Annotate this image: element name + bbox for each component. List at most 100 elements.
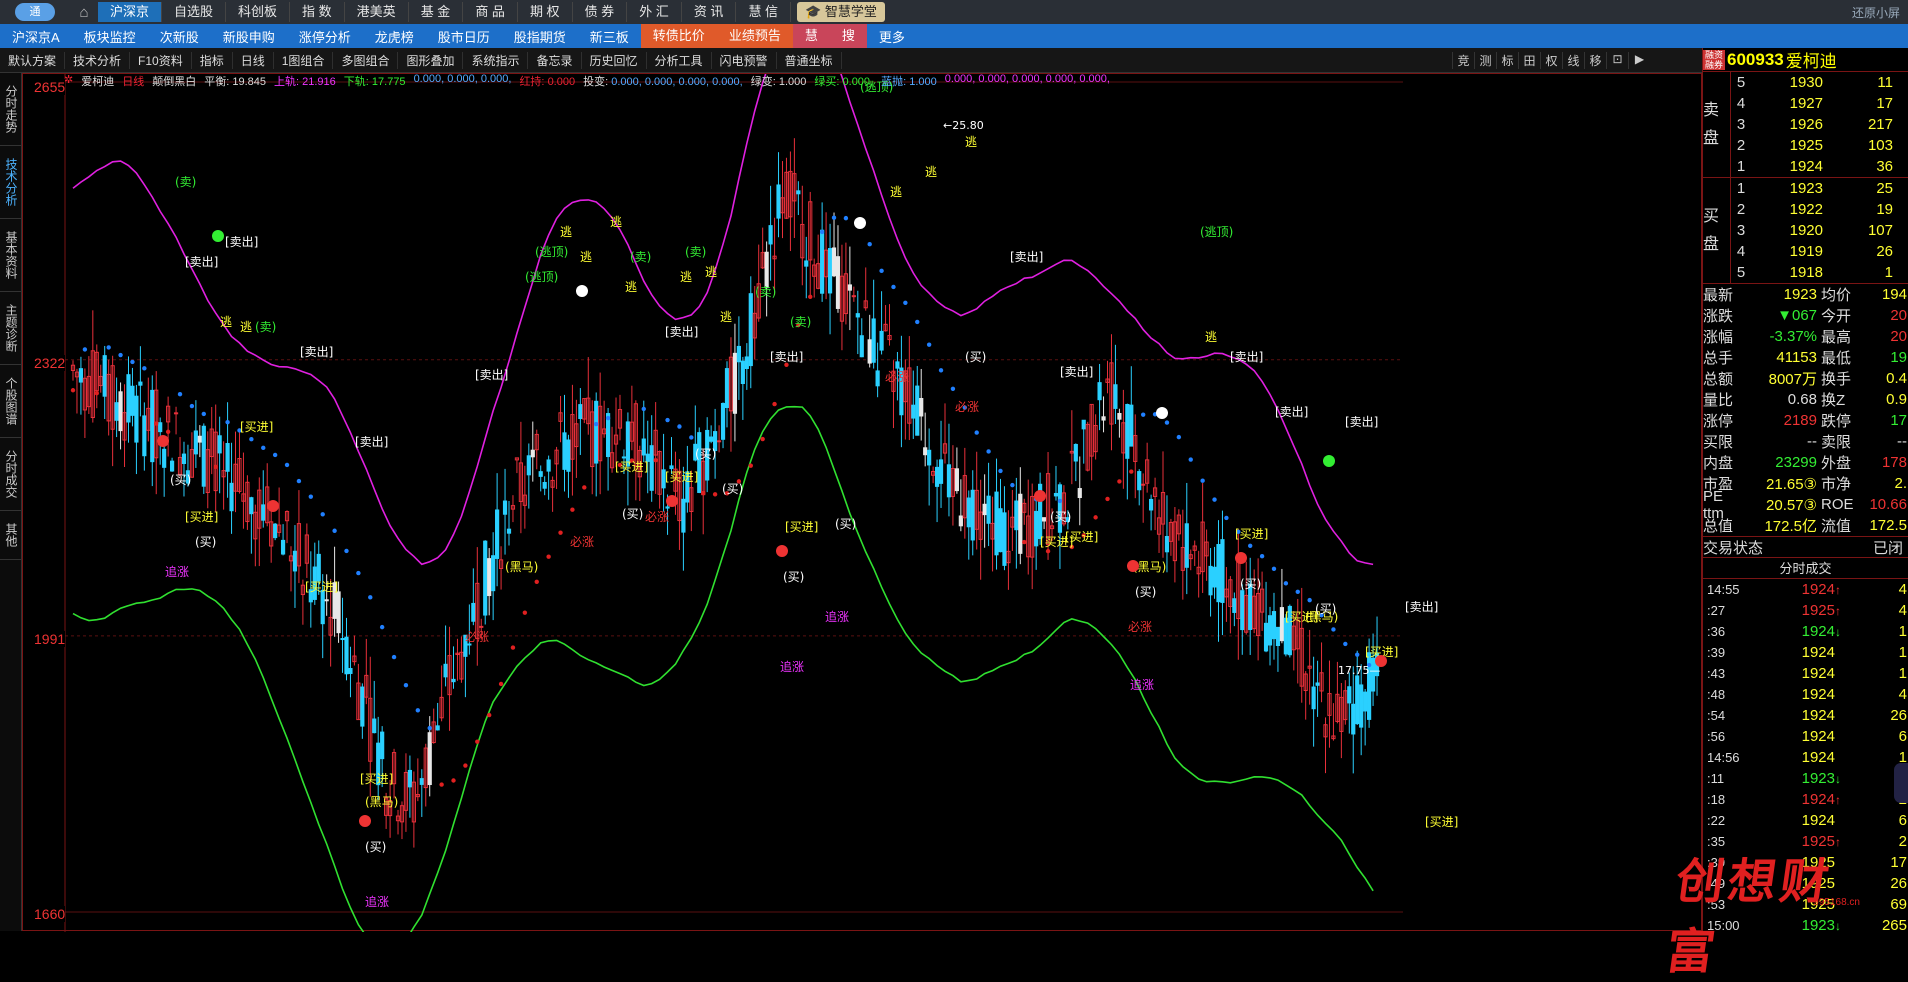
bid-row[interactable]: 3 1920 107 (1731, 220, 1908, 241)
tick-row[interactable]: :54 1924 26 (1703, 705, 1908, 726)
sub-menu-orange-1[interactable]: 业绩预告 (716, 24, 793, 48)
top-menu-2[interactable]: 科创板 (226, 2, 291, 22)
trend-dot (94, 390, 99, 396)
sub-menu-4[interactable]: 涨停分析 (287, 27, 363, 46)
ask-row[interactable]: 1 1924 36 (1731, 156, 1908, 177)
toolbar-item-12[interactable]: 闪电预警 (712, 51, 777, 69)
toolbar-item-11[interactable]: 分析工具 (647, 51, 712, 69)
tick-row[interactable]: :36 1924 ↓ 1 (1703, 621, 1908, 642)
sub-menu-1[interactable]: 板块监控 (72, 27, 148, 46)
sub-menu-2[interactable]: 次新股 (148, 27, 211, 46)
tick-row[interactable]: 14:55 1924 ↑ 4 (1703, 579, 1908, 600)
top-menu-1[interactable]: 自选股 (162, 2, 227, 22)
ask-row[interactable]: 3 1926 217 (1731, 114, 1908, 135)
sub-menu-5[interactable]: 龙虎榜 (363, 27, 426, 46)
bid-row[interactable]: 2 1922 19 (1731, 199, 1908, 220)
toolbar-item-8[interactable]: 系统指示 (463, 51, 529, 69)
bid-row[interactable]: 1 1923 25 (1731, 178, 1908, 199)
tick-row[interactable]: :27 1925 ↑ 4 (1703, 600, 1908, 621)
sidebar-tab-0[interactable]: 分时走势 (0, 73, 23, 146)
sub-menu-0[interactable]: 沪深京A (0, 27, 72, 46)
ask-row[interactable]: 5 1930 11 (1731, 72, 1908, 93)
tick-row[interactable]: :56 1924 6 (1703, 726, 1908, 747)
toolbar-item-3[interactable]: 指标 (192, 51, 233, 69)
home-icon[interactable]: ⌂ (70, 0, 98, 24)
top-menu-11[interactable]: 慧 信 (736, 2, 792, 22)
side-handle[interactable] (1894, 763, 1908, 803)
toolbar-right-3[interactable]: 田 (1518, 51, 1540, 69)
ask-row[interactable]: 4 1927 17 (1731, 93, 1908, 114)
quote-key: 总值 (1703, 518, 1734, 535)
tick-time: 14:55 (1707, 582, 1740, 597)
toolbar-item-9[interactable]: 备忘录 (528, 51, 582, 69)
bid-row[interactable]: 5 1918 1 (1731, 262, 1908, 283)
kline-chart[interactable]: [卖出] [卖出] [卖出] [卖出] [买进] [买进] [买进] [买进] 逃逃逃逃 (黑马)… (22, 73, 1703, 932)
toolbar-right-4[interactable]: 权 (1540, 51, 1562, 69)
toolbar-right-1[interactable]: 测 (1474, 51, 1496, 69)
settings-icon[interactable]: ✲ (64, 73, 73, 89)
toolbar-right-0[interactable]: 竞 (1452, 51, 1474, 69)
quote-key-2: ROE (1821, 496, 1854, 513)
sub-menu-3[interactable]: 新股申购 (211, 27, 287, 46)
toolbar-right-2[interactable]: 标 (1496, 51, 1518, 69)
sub-menu-6[interactable]: 股市日历 (426, 27, 502, 46)
sidebar-tab-4[interactable]: 个股图谱 (0, 365, 23, 438)
toolbar-item-13[interactable]: 普通坐标 (777, 51, 842, 69)
toolbar-item-5[interactable]: 1图组合 (274, 51, 334, 69)
top-menu-8[interactable]: 债 券 (573, 2, 628, 22)
top-menu-3[interactable]: 指 数 (290, 2, 345, 22)
tick-row[interactable]: :43 1924 1 (1703, 663, 1908, 684)
top-menu-9[interactable]: 外 汇 (627, 2, 682, 22)
restore-window-button[interactable]: 还原小屏 (1852, 4, 1900, 21)
academy-button[interactable]: 🎓 智慧学堂 (797, 2, 885, 22)
candle-body (1057, 484, 1063, 533)
sub-menu-7[interactable]: 股指期货 (502, 27, 578, 46)
sidebar-tab-6[interactable]: 其他 (0, 511, 23, 560)
tick-row[interactable]: :111923↓1 (1703, 768, 1908, 789)
toolbar-right-6[interactable]: 移 (1584, 51, 1606, 69)
signal-label: [卖出] (1405, 600, 1438, 614)
toolbar-item-1[interactable]: 技术分析 (65, 51, 131, 69)
top-menu-7[interactable]: 期 权 (518, 2, 573, 22)
bid-row[interactable]: 4 1919 26 (1731, 241, 1908, 262)
toolbar-item-6[interactable]: 多图组合 (333, 51, 399, 69)
sub-menu-hl-1[interactable]: 搜 (829, 24, 867, 48)
top-menu-6[interactable]: 商 品 (463, 2, 518, 22)
toolbar-item-2[interactable]: F10资料 (130, 51, 192, 69)
candle-body (594, 400, 599, 464)
candle-body (1263, 622, 1269, 652)
top-menu-4[interactable]: 港美英 (345, 2, 409, 22)
toolbar-item-10[interactable]: 历史回忆 (582, 51, 647, 69)
top-menu-5[interactable]: 基 金 (409, 2, 464, 22)
sub-menu-more[interactable]: 更多 (867, 27, 917, 46)
top-menu-0[interactable]: 沪深京 (98, 2, 163, 22)
tick-row[interactable]: :22 1924 6 (1703, 810, 1908, 831)
sidebar-tab-5[interactable]: 分时成交 (0, 438, 23, 511)
toolbar-item-4[interactable]: 日线 (233, 51, 274, 69)
kline-chart-svg[interactable]: [卖出][卖出][卖出][卖出][买进][买进][买进][买进]逃 逃逃逃(黑马)… (23, 74, 1703, 932)
tick-row[interactable]: :181924↑2 (1703, 789, 1908, 810)
period-label[interactable]: 日线 (122, 73, 144, 89)
sub-menu-orange-0[interactable]: 转债比价 (640, 24, 717, 48)
sidebar-tab-1[interactable]: 技术分析 (0, 146, 23, 219)
tick-row[interactable]: 14:56 1924 1 (1703, 747, 1908, 768)
toolbar-item-7[interactable]: 图形叠加 (398, 51, 464, 69)
sidebar-tab-2[interactable]: 基本资料 (0, 219, 23, 292)
sub-menu-hl-0[interactable]: 慧 (792, 24, 830, 48)
toolbar-right-8[interactable]: ▶ (1628, 51, 1650, 69)
tick-volume: 4 (1898, 686, 1907, 703)
toolbar-item-0[interactable]: 默认方案 (0, 51, 66, 69)
ticks-header[interactable]: 分时成交 (1703, 557, 1908, 579)
top-menu-10[interactable]: 资 讯 (682, 2, 737, 22)
toolbar-right-5[interactable]: 线 (1562, 51, 1584, 69)
ask-row[interactable]: 2 1925 103 (1731, 135, 1908, 156)
trend-dot (498, 681, 504, 687)
sidebar-tab-3[interactable]: 主题诊断 (0, 292, 23, 365)
sub-menu-8[interactable]: 新三板 (578, 27, 641, 46)
toolbar-right-7[interactable]: ⊡ (1606, 51, 1628, 69)
tick-row[interactable]: :48 1924 4 (1703, 684, 1908, 705)
tick-row[interactable]: :39 1924 1 (1703, 642, 1908, 663)
candle-body (419, 778, 424, 785)
app-logo[interactable]: 通 (0, 0, 70, 24)
candle-body (820, 229, 825, 294)
